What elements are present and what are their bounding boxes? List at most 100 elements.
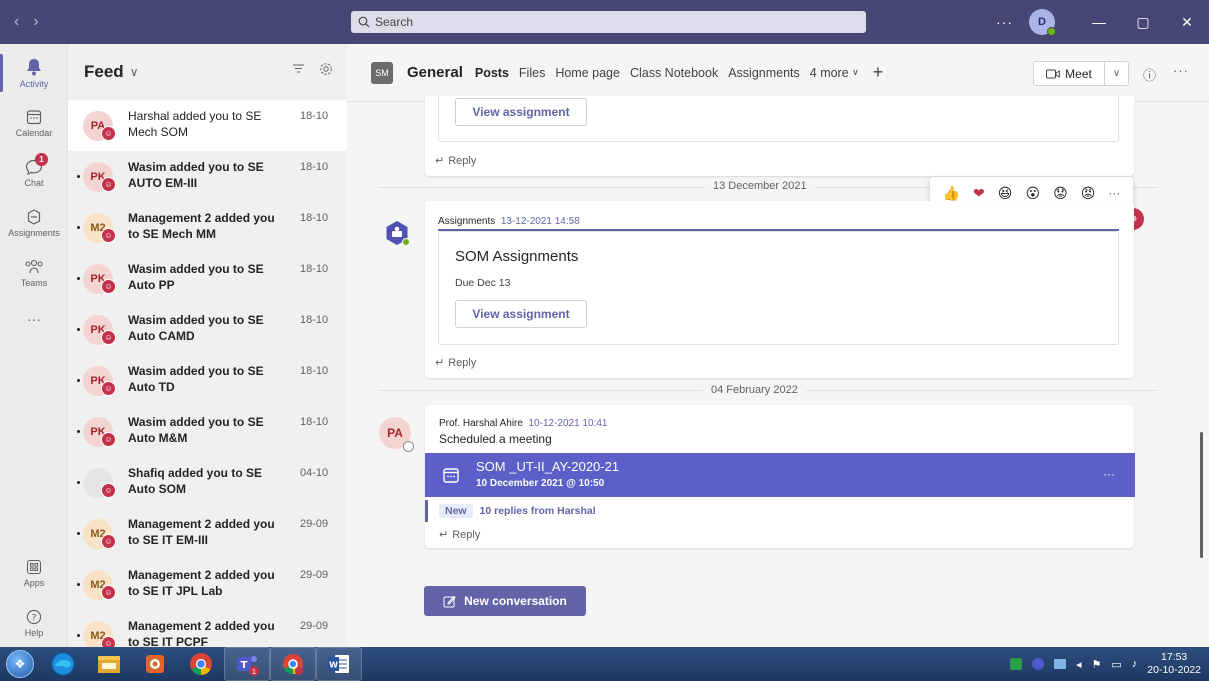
word-icon[interactable]: W: [316, 647, 362, 681]
feed-item[interactable]: PK ☺ Wasim added you to SE Auto CAMD 18-10: [68, 304, 347, 355]
assignment-due: Due Dec 13: [455, 277, 511, 289]
surprised-reaction-icon[interactable]: 😮: [1025, 185, 1040, 202]
chrome-icon[interactable]: [178, 647, 224, 681]
tab-class-notebook[interactable]: Class Notebook: [630, 44, 718, 102]
feed-item[interactable]: ☺ Shafiq added you to SE Auto SOM 04-10: [68, 457, 347, 508]
tab-more[interactable]: 4 more ∨: [810, 44, 859, 102]
edge-icon[interactable]: [40, 647, 86, 681]
angry-reaction-icon[interactable]: 😡: [1081, 185, 1096, 202]
post-author: Prof. Harshal Ahire: [439, 418, 523, 429]
chrome-profile-icon[interactable]: [270, 647, 316, 681]
chevron-down-icon[interactable]: ∨: [130, 65, 139, 79]
view-assignment-button[interactable]: View assignment: [455, 98, 587, 126]
close-button[interactable]: ✕: [1165, 0, 1209, 44]
laugh-reaction-icon[interactable]: 😆: [998, 185, 1013, 202]
unread-dot: [77, 175, 80, 178]
feed-item[interactable]: M2 ☺ Management 2 added you to SE Mech MM 1…: [68, 202, 347, 253]
add-tab-icon[interactable]: +: [873, 62, 884, 83]
rail-item-chat[interactable]: 1 Chat: [0, 148, 68, 198]
tray-flag-icon[interactable]: ⚑: [1092, 658, 1102, 671]
reply-button[interactable]: ↵ Reply: [439, 528, 481, 542]
rail-item-apps[interactable]: Apps: [0, 548, 68, 598]
forward-arrow-icon[interactable]: ›: [33, 13, 38, 31]
reply-button[interactable]: ↵ Reply: [435, 154, 477, 168]
feed-item-text: Management 2 added you to SE IT EM-III: [128, 517, 275, 547]
post-meta: Assignments 13-12-2021 14:58: [438, 216, 580, 227]
sad-reaction-icon[interactable]: 😟: [1053, 185, 1068, 202]
rail-item-activity[interactable]: Activity: [0, 48, 68, 98]
tab-files[interactable]: Files: [519, 44, 545, 102]
tray-speaker-icon[interactable]: ♪: [1132, 658, 1138, 670]
rail-item-help[interactable]: ? Help: [0, 598, 68, 648]
info-icon[interactable]: ⓘ: [1143, 65, 1156, 84]
rail-item-calendar[interactable]: Calendar: [0, 98, 68, 148]
feed-item[interactable]: PK ☺ Wasim added you to SE Auto TD 18-10: [68, 355, 347, 406]
more-reactions-icon[interactable]: ···: [1108, 186, 1120, 200]
meeting-card[interactable]: SOM _UT-II_AY-2020-21 10 December 2021 @…: [425, 453, 1135, 497]
teams-taskbar-icon[interactable]: T1: [224, 647, 270, 681]
clock-date: 20-10-2022: [1147, 664, 1201, 676]
rail-item-teams[interactable]: Teams: [0, 248, 68, 298]
heart-reaction-icon[interactable]: ❤: [973, 185, 985, 202]
feed-item[interactable]: M2 ☺ Management 2 added you to SE IT EM-II…: [68, 508, 347, 559]
tab-assignments[interactable]: Assignments: [728, 44, 800, 102]
new-conversation-button[interactable]: New conversation: [424, 586, 586, 616]
rail-item-more[interactable]: ···: [0, 294, 68, 344]
like-reaction-icon[interactable]: 👍: [943, 185, 960, 202]
feed-item[interactable]: PK ☺ Wasim added you to SE AUTO EM-III 18-1…: [68, 151, 347, 202]
back-arrow-icon[interactable]: ‹: [14, 13, 19, 31]
meet-options-chevron-icon[interactable]: ∨: [1105, 61, 1129, 86]
avatar[interactable]: PA: [379, 417, 414, 452]
tab-posts[interactable]: Posts: [474, 44, 509, 102]
more-options-icon[interactable]: ···: [1173, 63, 1189, 78]
view-assignment-button[interactable]: View assignment: [455, 300, 587, 328]
reply-button[interactable]: ↵ Reply: [435, 356, 476, 370]
clock-time: 17:53: [1161, 651, 1188, 663]
added-to-team-icon: ☺: [101, 177, 116, 192]
tray-network-icon[interactable]: [1053, 659, 1066, 669]
reply-label: Reply: [448, 154, 477, 167]
feed-item-text: Wasim added you to SE AUTO EM-III: [128, 160, 264, 190]
user-avatar[interactable]: D: [1029, 9, 1056, 36]
tab-home-page[interactable]: Home page: [555, 44, 620, 102]
feed-title[interactable]: Feed: [84, 62, 124, 82]
feed-item-time: 18-10: [300, 110, 329, 122]
channel-main: SM General Posts Files Home page Class N…: [347, 44, 1209, 647]
search-input[interactable]: Search: [351, 11, 866, 33]
maximize-button[interactable]: ▢: [1121, 0, 1165, 44]
file-explorer-icon[interactable]: [86, 647, 132, 681]
gear-icon[interactable]: [319, 62, 333, 76]
meet-button[interactable]: Meet: [1033, 61, 1105, 86]
more-options-icon[interactable]: ···: [996, 14, 1013, 30]
assignment-card: View assignment: [438, 94, 1119, 142]
tray-teams-icon[interactable]: [1031, 658, 1044, 670]
rail-item-assignments[interactable]: Assignments: [0, 198, 68, 248]
start-button[interactable]: ❖: [0, 647, 40, 681]
date-label: 04 February 2022: [703, 384, 806, 396]
tray-monitor-icon[interactable]: ▭: [1111, 658, 1121, 671]
reply-label: Reply: [452, 528, 481, 541]
feed-item[interactable]: M2 ☺ Management 2 added you to SE IT PCPF 2…: [68, 610, 347, 647]
new-replies-link[interactable]: New 10 replies from Harshal: [439, 504, 596, 518]
windows-logo-icon: ❖: [6, 650, 34, 678]
scrollbar[interactable]: [1200, 432, 1203, 558]
team-avatar: SM: [371, 61, 393, 84]
chat-badge: 1: [35, 153, 48, 166]
new-tag: New: [439, 504, 473, 518]
tray-app-icon[interactable]: [1009, 658, 1022, 670]
feed-item[interactable]: PA ☺ Harshal added you to SE Mech SOM 18-10: [68, 100, 347, 151]
feed-item-time: 29-09: [300, 569, 329, 581]
clock[interactable]: 17:53 20-10-2022: [1147, 651, 1201, 677]
feed-item[interactable]: PK ☺ Wasim added you to SE Auto PP 18-10: [68, 253, 347, 304]
added-to-team-icon: ☺: [101, 585, 116, 600]
meeting-more-icon[interactable]: ···: [1103, 467, 1115, 481]
feed-item[interactable]: PK ☺ Wasim added you to SE Auto M&M 18-10: [68, 406, 347, 457]
media-player-icon[interactable]: [132, 647, 178, 681]
tray-volume-icon[interactable]: ◂: [1076, 658, 1082, 671]
feed-item-text: Management 2 added you to SE Mech MM: [128, 211, 275, 241]
filter-icon[interactable]: [292, 62, 305, 75]
minimize-button[interactable]: —: [1077, 0, 1121, 44]
feed-item-time: 18-10: [300, 212, 329, 224]
rail-label: Help: [24, 627, 44, 638]
feed-item[interactable]: M2 ☺ Management 2 added you to SE IT JPL L…: [68, 559, 347, 610]
